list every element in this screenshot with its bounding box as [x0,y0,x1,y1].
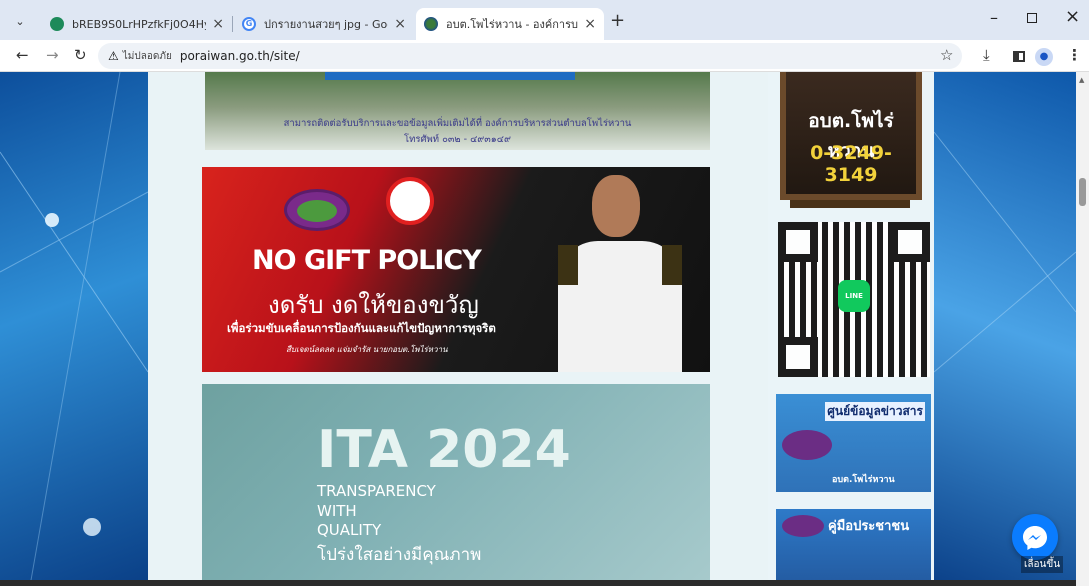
banner-text-1: สามารถติดต่อรับบริการและขอข้อมูลเพิ่มเติ… [283,118,632,129]
scroll-up-label[interactable]: เลื่อนขึ้น [1021,556,1064,573]
tab-separator [232,16,233,32]
no-gift-banner[interactable]: NO GIFT POLICY งดรับ งดให้ของขวัญ เพื่อร… [202,167,710,372]
menu-icon[interactable]: ⋮ [1067,46,1082,64]
ita-line-2: WITH [317,502,357,520]
url-text[interactable]: poraiwan.go.th/site/ [180,49,300,63]
tab-close-icon[interactable]: × [584,16,596,32]
tab-2[interactable]: G ปกรายงานสวยๆ jpg - Google Sea... × [234,8,414,40]
google-icon: G [242,17,256,31]
tab-close-icon[interactable]: × [394,16,406,32]
bookmark-star-icon[interactable]: ☆ [940,46,953,64]
tab-close-icon[interactable]: × [212,16,224,32]
left-background [0,72,149,586]
scrollbar-thumb[interactable] [1079,178,1086,206]
phone-board[interactable]: อบต.โพไร่หวาน 0-3249-3149 [780,72,922,200]
tab-3-active[interactable]: อบต.โพไร่หวาน - องค์การบริหารส่วน... × [416,8,604,40]
scrollbar[interactable]: ▲ [1076,72,1089,586]
citizen-manual-banner[interactable]: คู่มือประชาชน [776,509,931,586]
page-viewport: สามารถติดต่อรับบริการและขอข้อมูลเพิ่มเติ… [0,72,1076,586]
tab-favicon-icon [424,17,438,31]
gift-thai-title: งดรับ งดให้ของขวัญ [268,291,479,319]
messenger-button[interactable] [1012,514,1058,560]
tab-title: bREB9S0LrHPzfkFj0O4HyzK51x... [72,17,207,31]
reload-icon[interactable]: ↻ [74,46,87,64]
minimize-button[interactable]: – [990,8,998,27]
tab-1[interactable]: bREB9S0LrHPzfkFj0O4HyzK51x... × [42,8,232,40]
ita-title: ITA 2024 [317,420,571,480]
gift-title: NO GIFT POLICY [252,245,482,276]
tab-favicon-icon [50,17,64,31]
ita-line-1: TRANSPARENCY [317,482,436,500]
official-photo [550,175,690,372]
address-bar[interactable]: ⚠ ไม่ปลอดภัย poraiwan.go.th/site/ [98,43,962,69]
warning-icon: ⚠ [108,49,119,63]
news-logo [782,430,832,460]
close-window-button[interactable]: × [1065,6,1080,27]
news-subtitle: อบต.โพไร่หวาน [832,475,895,485]
news-title: ศูนย์ข้อมูลข่าวสาร [825,402,925,421]
messenger-icon [1023,526,1047,550]
ita-thai: โปร่งใสอย่างมีคุณภาพ [317,545,482,565]
no-gift-icon [386,177,434,225]
tab-title: อบต.โพไร่หวาน - องค์การบริหารส่วน... [446,18,578,31]
board-stand [790,200,910,208]
line-qr-code[interactable]: LINE [778,222,930,377]
taskbar-strip [0,580,1076,586]
org-logo [284,189,350,231]
scroll-up-arrow-icon[interactable]: ▲ [1079,76,1084,84]
gift-subtitle: เพื่อร่วมขับเคลื่อนการป้องกันและแก้ไขปัญ… [227,321,496,335]
top-banner[interactable]: สามารถติดต่อรับบริการและขอข้อมูลเพิ่มเติ… [205,72,710,150]
profile-avatar[interactable]: ● [1035,48,1053,66]
toolbar: ← → ↻ ⚠ ไม่ปลอดภัย poraiwan.go.th/site/ … [0,40,1089,72]
download-icon[interactable]: ⤓ [983,46,990,64]
light-rays-decoration [933,131,1076,373]
board-line-2: 0-3249-3149 [810,142,892,186]
restore-button[interactable] [1027,13,1037,23]
gift-signature: สืบเจตน์ลดลด แจ่มจำรัส นายกอบต.โพไร่หวาน [286,345,448,354]
back-icon[interactable]: ← [16,46,29,64]
ita-line-3: QUALITY [317,521,382,539]
forward-icon[interactable]: → [46,46,59,64]
manual-logo [782,515,824,537]
sidebar: อบต.โพไร่หวาน 0-3249-3149 LINE ศูนย์ข้อม… [768,72,934,586]
tab-search-button[interactable]: ⌄ [10,12,30,32]
main-column: สามารถติดต่อรับบริการและขอข้อมูลเพิ่มเติ… [148,72,768,586]
security-label[interactable]: ไม่ปลอดภัย [123,49,172,64]
light-rays-decoration [0,72,149,586]
news-center-banner[interactable]: ศูนย์ข้อมูลข่าวสาร อบต.โพไร่หวาน [776,394,931,492]
tab-bar: ⌄ bREB9S0LrHPzfkFj0O4HyzK51x... × G ปกรา… [0,0,1089,40]
manual-title: คู่มือประชาชน [828,519,910,534]
banner-text-2: โทรศัพท์ ๐๓๒ - ๔๙๓๑๔๙ [404,134,511,145]
side-panel-icon[interactable] [1013,51,1025,62]
ita-banner[interactable]: ITA 2024 TRANSPARENCY WITH QUALITY โปร่ง… [202,384,710,586]
right-background: เลื่อนขึ้น [933,72,1076,586]
tab-title: ปกรายงานสวยๆ jpg - Google Sea... [264,18,388,31]
line-logo-icon: LINE [838,280,870,312]
new-tab-button[interactable]: + [610,10,625,31]
